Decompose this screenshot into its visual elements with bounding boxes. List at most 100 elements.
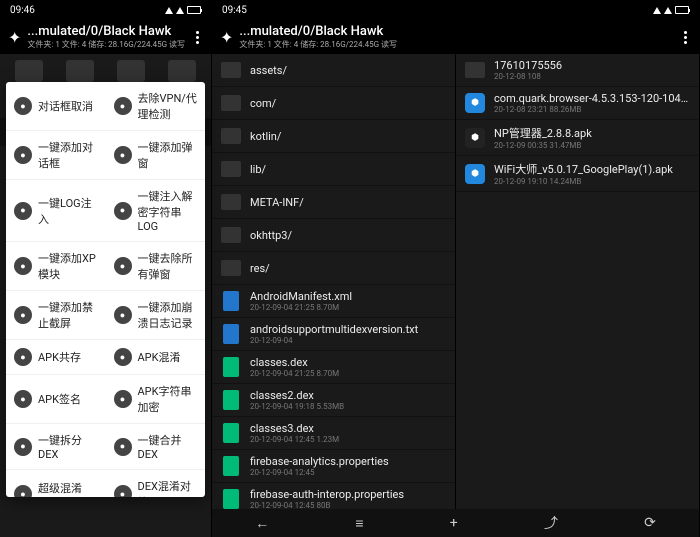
menu-item[interactable]: ●DEX混淆对抗	[106, 470, 206, 497]
file-row[interactable]: ⬢com.quark.browser-4.5.3.153-120-104941.…	[456, 87, 699, 120]
folder-icon	[221, 260, 241, 276]
file-row[interactable]: AndroidManifest.xml20-12-09-04 21:25 8.7…	[212, 285, 455, 318]
file-name: 17610175556	[494, 59, 691, 72]
file-meta: 20-12-09 19:10 14.24MB	[494, 177, 691, 186]
menu-item-label: 一键去除所有弹窗	[138, 250, 198, 282]
apk-icon: ⬢	[465, 93, 485, 113]
file-row[interactable]: kotlin/	[212, 120, 455, 153]
file-row[interactable]: okhttp3/	[212, 219, 455, 252]
menu-item[interactable]: ●一键添加XP模块	[6, 242, 106, 291]
share-button[interactable]: ⤴	[544, 513, 558, 533]
bg-folder	[108, 60, 155, 84]
folder-icon	[221, 227, 241, 243]
file-row[interactable]: firebase-auth-interop.properties20-12-09…	[212, 483, 455, 509]
menu-item[interactable]: ●一键添加弹窗	[106, 131, 206, 180]
more-icon[interactable]	[679, 31, 691, 44]
menu-item[interactable]: ●APK混淆	[106, 340, 206, 375]
file-name: AndroidManifest.xml	[250, 290, 447, 303]
bookmark-icon[interactable]: ✦	[8, 28, 21, 47]
xml-file-icon	[223, 324, 239, 344]
back-button[interactable]: ←	[255, 515, 269, 532]
menu-item-icon: ●	[114, 390, 132, 408]
file-row[interactable]: 1761017555620-12-08 108	[456, 54, 699, 87]
menu-item-label: APK共存	[38, 349, 81, 365]
file-meta: 20-12-09-04 12:45 80B	[250, 501, 447, 509]
folder-icon	[221, 161, 241, 177]
menu-item-icon: ●	[114, 202, 132, 220]
file-name: WiFi大师_v5.0.17_GooglePlay(1).apk	[494, 161, 691, 177]
menu-item[interactable]: ●APK共存	[6, 340, 106, 375]
file-name: okhttp3/	[250, 229, 447, 242]
file-row[interactable]: ⬢NP管理器_2.8.8.apk20-12-09 00:35 31.47MB	[456, 120, 699, 156]
signal-icon	[165, 7, 173, 14]
file-row[interactable]: lib/	[212, 153, 455, 186]
menu-item[interactable]: ● 一键拆分DEX	[6, 424, 106, 470]
menu-item[interactable]: ●超级混淆 3.0	[6, 470, 106, 497]
file-name: META-INF/	[250, 196, 447, 209]
file-list-right[interactable]: 1761017555620-12-08 108⬢com.quark.browse…	[456, 54, 699, 509]
battery-icon	[675, 6, 689, 14]
menu-item-label: 一键添加弹窗	[138, 139, 198, 171]
file-list-left[interactable]: assets/com/kotlin/lib/META-INF/okhttp3/r…	[212, 54, 456, 509]
file-icon	[223, 456, 239, 476]
menu-item[interactable]: ● APK签名	[6, 375, 106, 424]
menu-item[interactable]: ●APK字符串加密	[106, 375, 206, 424]
file-row[interactable]: ⬢WiFi大师_v5.0.17_GooglePlay(1).apk20-12-0…	[456, 156, 699, 192]
file-row[interactable]: androidsupportmultidexversion.txt20-12-0…	[212, 318, 455, 351]
file-name: lib/	[250, 163, 447, 176]
panel-1: 09:46 ✦ ...mulated/0/Black Hawk 文件夹: 1 文…	[0, 0, 212, 537]
menu-item[interactable]: ●一键添加对话框	[6, 131, 106, 180]
file-name: com/	[250, 97, 447, 110]
file-name: kotlin/	[250, 130, 447, 143]
menu-item-label: 一键拆分DEX	[38, 432, 98, 461]
menu-item-label: 去除VPN/代理检测	[138, 90, 198, 122]
bookmark-icon[interactable]: ✦	[220, 28, 233, 47]
menu-item-icon: ●	[114, 97, 132, 115]
menu-item-label: 一键LOG注入	[38, 195, 98, 227]
menu-item[interactable]: ●一键添加崩溃日志记录	[106, 291, 206, 340]
status-icons	[165, 6, 201, 14]
file-name: classes.dex	[250, 356, 447, 369]
menu-item[interactable]: ● 去除VPN/代理检测	[106, 82, 206, 131]
appbar-subtitle: 文件夹: 1 文件: 4 储存: 28.16G/224.45G 读写	[27, 39, 185, 50]
menu-item[interactable]: ●一键LOG注入	[6, 180, 106, 242]
menu-item[interactable]: ●一键注入解密字符串LOG	[106, 180, 206, 242]
file-icon	[223, 489, 239, 509]
refresh-button[interactable]: ⟳	[644, 515, 656, 531]
menu-item[interactable]: ●对话框取消	[6, 82, 106, 131]
menu-item[interactable]: ●一键合并DEX	[106, 424, 206, 470]
file-meta: 20-12-09-04 12:45	[250, 468, 447, 477]
file-name: assets/	[250, 64, 447, 77]
folder-icon	[221, 128, 241, 144]
menu-item-label: APK签名	[38, 391, 81, 407]
statusbar-1: 09:46	[0, 0, 211, 20]
add-button[interactable]: +	[450, 515, 458, 531]
menu-item-icon: ●	[14, 390, 32, 408]
file-name: NP管理器_2.8.8.apk	[494, 125, 691, 141]
file-meta: 20-12-08 108	[494, 72, 691, 81]
file-row[interactable]: res/	[212, 252, 455, 285]
signal-icon	[653, 7, 661, 14]
file-meta: 20-12-09-04 19:18 5.53MB	[250, 402, 447, 411]
menu-item-label: 超级混淆 3.0	[38, 480, 98, 498]
file-row[interactable]: classes2.dex20-12-09-04 19:18 5.53MB	[212, 384, 455, 417]
menu-item-icon: ●	[14, 438, 32, 456]
file-row[interactable]: assets/	[212, 54, 455, 87]
menu-item-label: 一键添加禁止截屏	[38, 299, 98, 331]
file-row[interactable]: firebase-analytics.properties20-12-09-04…	[212, 450, 455, 483]
bottom-navbar-2: ← ≡ + ⤴ ⟳	[212, 509, 699, 537]
file-name: res/	[250, 262, 447, 275]
file-row[interactable]: com/	[212, 87, 455, 120]
menu-item[interactable]: ●一键去除所有弹窗	[106, 242, 206, 291]
file-meta: 20-12-08 23:21 88.26MB	[494, 105, 691, 114]
folder-icon	[465, 62, 485, 78]
menu-button[interactable]: ≡	[355, 515, 363, 532]
menu-item[interactable]: ●一键添加禁止截屏	[6, 291, 106, 340]
menu-item-label: 对话框取消	[38, 98, 93, 114]
file-row[interactable]: classes.dex20-12-09-04 21:25 8.70M	[212, 351, 455, 384]
battery-icon	[187, 6, 201, 14]
more-icon[interactable]	[191, 31, 203, 44]
file-row[interactable]: META-INF/	[212, 186, 455, 219]
menu-item-icon: ●	[114, 438, 132, 456]
file-row[interactable]: classes3.dex20-12-09-04 12:45 1.23M	[212, 417, 455, 450]
